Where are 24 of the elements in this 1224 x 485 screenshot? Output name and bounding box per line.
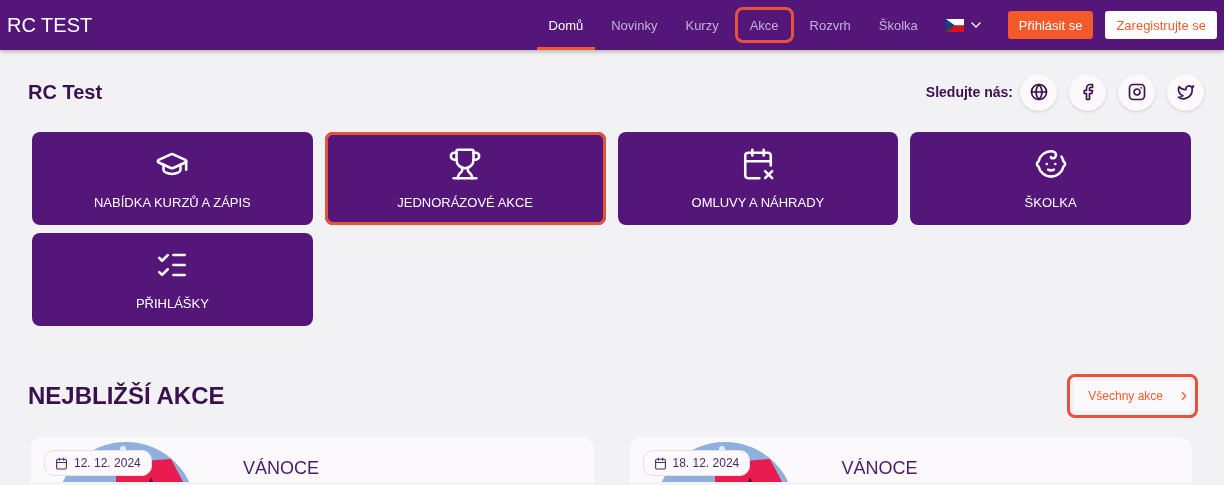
event-title: VÁNOCE <box>243 458 320 478</box>
menu-tile[interactable]: PŘIHLÁŠKY <box>32 233 313 326</box>
nav-link[interactable]: Novinky <box>599 0 670 50</box>
menu-tile[interactable]: JEDNORÁZOVÉ AKCE <box>324 132 606 225</box>
tile-label: NABÍDKA KURZŮ A ZÁPIS <box>94 195 251 210</box>
menu-tile[interactable]: ŠKOLKA <box>910 132 1191 225</box>
follow-label: Sledujte nás: <box>925 84 1013 100</box>
nav-link[interactable]: Kurzy <box>673 0 731 50</box>
menu-tile[interactable]: NABÍDKA KURZŮ A ZÁPIS <box>32 132 313 225</box>
section-heading: NEJBLIŽŠÍ AKCE <box>28 382 225 410</box>
event-title: VÁNOCE <box>841 458 918 478</box>
tile-label: OMLUVY A NÁHRADY <box>691 195 825 210</box>
event-date: 12. 12. 2024 <box>74 456 141 470</box>
brand-logo[interactable]: RC TEST <box>7 13 537 37</box>
tile-label: JEDNORÁZOVÉ AKCE <box>397 195 534 210</box>
tile-label: PŘIHLÁŠKY <box>135 296 209 311</box>
menu-tile[interactable]: OMLUVY A NÁHRADY <box>617 132 899 225</box>
nav-link[interactable]: Rozvrh <box>797 0 863 50</box>
event-date: 18. 12. 2024 <box>672 456 740 470</box>
page-title: RC Test <box>28 80 103 104</box>
nav-link[interactable]: Domů <box>536 0 596 50</box>
nav-link[interactable]: Akce <box>734 7 794 43</box>
nav-link[interactable]: Školka <box>866 0 930 50</box>
tile-label: ŠKOLKA <box>1024 195 1077 210</box>
